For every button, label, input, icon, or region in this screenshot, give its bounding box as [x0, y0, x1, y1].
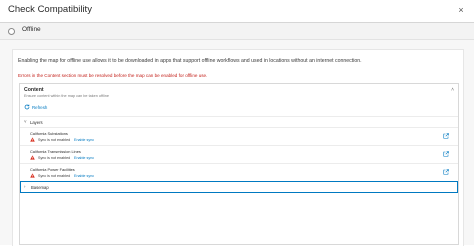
- layer-row: California Power Facilities Sync is not …: [20, 163, 458, 182]
- error-message: Errors in the Content section must be re…: [18, 73, 208, 78]
- enable-sync-link[interactable]: Enable sync: [74, 156, 94, 160]
- layer-name: California Substations: [30, 131, 68, 136]
- open-in-new-icon[interactable]: [443, 169, 449, 175]
- check-compatibility-dialog: Check Compatibility × Offline Enabling t…: [0, 0, 474, 246]
- refresh-icon: [24, 104, 30, 110]
- open-in-new-icon[interactable]: [443, 133, 449, 139]
- content-area: Enabling the map for offline use allows …: [0, 40, 474, 246]
- basemap-label: Basemap: [31, 185, 49, 190]
- enable-sync-link[interactable]: Enable sync: [74, 138, 94, 142]
- warning-icon: [30, 137, 35, 142]
- content-section: Content Ensure content within the map ca…: [19, 83, 459, 245]
- offline-tab-label: Offline: [22, 26, 41, 33]
- layer-name: California Transmission Lines: [30, 149, 81, 154]
- offline-tab[interactable]: Offline: [0, 23, 474, 40]
- enable-sync-link[interactable]: Enable sync: [74, 174, 94, 178]
- layer-name: California Power Facilities: [30, 167, 75, 172]
- content-section-title: Content: [24, 87, 44, 93]
- content-section-subtitle: Ensure content within the map can be tak…: [24, 94, 109, 98]
- open-in-new-icon[interactable]: [443, 151, 449, 157]
- close-icon[interactable]: ×: [456, 5, 466, 15]
- chevron-down-icon: ˅: [24, 119, 27, 124]
- sync-status: Sync is not enabled: [38, 156, 71, 160]
- chevron-up-icon[interactable]: ˄: [451, 87, 454, 93]
- layers-group-header[interactable]: ˅ Layers: [20, 116, 458, 127]
- sync-status: Sync is not enabled: [38, 174, 71, 178]
- basemap-group-header[interactable]: › Basemap: [20, 181, 458, 193]
- offline-radio[interactable]: [8, 28, 15, 35]
- refresh-label: Refresh: [32, 105, 48, 110]
- warning-icon: [30, 173, 35, 178]
- layers-label: Layers: [30, 120, 43, 125]
- sync-status: Sync is not enabled: [38, 138, 71, 142]
- chevron-right-icon: ›: [24, 184, 26, 189]
- offline-panel: Enabling the map for offline use allows …: [12, 49, 464, 246]
- layer-row: California Transmission Lines Sync is no…: [20, 145, 458, 164]
- layer-row: California Substations Sync is not enabl…: [20, 127, 458, 146]
- dialog-header: Check Compatibility ×: [0, 0, 474, 23]
- warning-icon: [30, 155, 35, 160]
- dialog-title: Check Compatibility: [8, 4, 92, 15]
- intro-text: Enabling the map for offline use allows …: [18, 58, 362, 64]
